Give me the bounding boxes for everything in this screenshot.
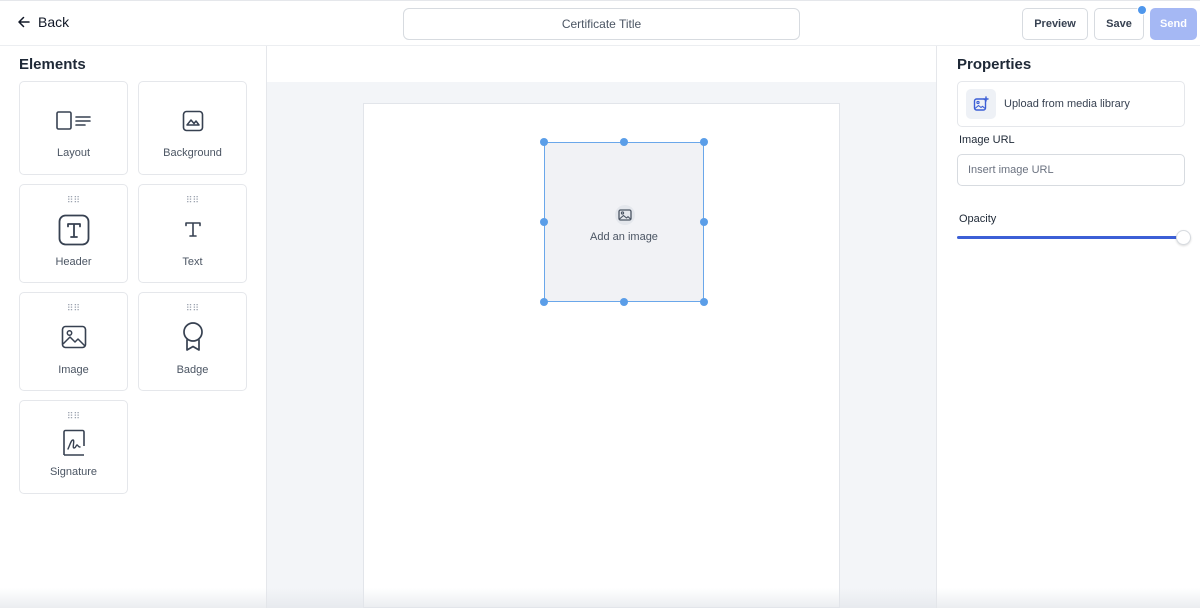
layout-icon	[55, 111, 91, 130]
top-bar: Back Certificate Title Preview Save Send	[0, 0, 1200, 46]
arrow-left-icon	[18, 16, 30, 28]
drag-handle-icon[interactable]: ⠿⠿	[20, 304, 127, 313]
resize-handle-top-left[interactable]	[540, 138, 548, 146]
element-card-text[interactable]: ⠿⠿ Text	[138, 184, 247, 283]
resize-handle-bottom[interactable]	[620, 298, 628, 306]
resize-handle-bottom-left[interactable]	[540, 298, 548, 306]
properties-panel: Properties Upload from media library Ima…	[936, 46, 1200, 608]
resize-handle-top[interactable]	[620, 138, 628, 146]
badge-icon	[182, 322, 203, 351]
resize-handle-top-right[interactable]	[700, 138, 708, 146]
resize-handle-left[interactable]	[540, 218, 548, 226]
opacity-label: Opacity	[959, 213, 997, 225]
image-icon	[61, 325, 86, 349]
properties-panel-title: Properties	[957, 56, 1032, 73]
image-element-selected[interactable]: Add an image	[540, 138, 708, 306]
element-label: Badge	[176, 364, 209, 376]
element-card-signature[interactable]: ⠿⠿ Signature	[19, 400, 128, 494]
resize-handle-right[interactable]	[700, 218, 708, 226]
header-icon	[58, 214, 89, 246]
element-card-background[interactable]: Background	[138, 81, 247, 175]
element-label: Layout	[56, 147, 91, 159]
opacity-slider-thumb[interactable]	[1175, 230, 1191, 245]
back-label: Back	[38, 14, 70, 30]
save-button[interactable]: Save	[1094, 8, 1144, 40]
resize-handle-bottom-right[interactable]	[700, 298, 708, 306]
preview-button[interactable]: Preview	[1022, 8, 1088, 40]
text-icon	[184, 222, 201, 237]
certificate-page[interactable]: Add an image	[363, 103, 840, 608]
certificate-title-input[interactable]: Certificate Title	[403, 8, 800, 40]
image-placeholder-label: Add an image	[590, 231, 658, 243]
element-card-image[interactable]: ⠿⠿ Image	[19, 292, 128, 391]
elements-panel-title: Elements	[19, 56, 86, 73]
drag-handle-icon[interactable]: ⠿⠿	[20, 196, 127, 205]
unsaved-indicator-dot	[1137, 5, 1147, 15]
element-label: Header	[55, 256, 92, 268]
send-button[interactable]: Send	[1150, 8, 1197, 40]
element-label: Image	[58, 364, 89, 376]
drag-handle-icon[interactable]: ⠿⠿	[20, 412, 127, 421]
upload-from-media-library-button[interactable]: Upload from media library	[957, 81, 1185, 127]
image-url-label: Image URL	[959, 134, 1015, 146]
upload-image-icon	[966, 89, 996, 119]
element-label: Background	[163, 147, 222, 159]
upload-label: Upload from media library	[1004, 98, 1130, 110]
element-label: Signature	[49, 466, 98, 478]
background-icon	[182, 110, 203, 132]
element-card-header[interactable]: ⠿⠿ Header	[19, 184, 128, 283]
signature-icon	[62, 429, 85, 456]
opacity-slider-track[interactable]	[957, 236, 1181, 239]
elements-panel: Elements Layout Background ⠿⠿ Header ⠿⠿ …	[0, 46, 267, 608]
drag-handle-icon[interactable]: ⠿⠿	[139, 304, 246, 313]
element-card-badge[interactable]: ⠿⠿ Badge	[138, 292, 247, 391]
element-label: Text	[182, 256, 203, 268]
element-card-layout[interactable]: Layout	[19, 81, 128, 175]
back-button[interactable]: Back	[18, 14, 69, 30]
image-url-input[interactable]	[957, 154, 1185, 186]
editor-canvas: Add an image	[267, 46, 936, 608]
drag-handle-icon[interactable]: ⠿⠿	[139, 196, 246, 205]
image-placeholder-icon	[615, 205, 635, 225]
